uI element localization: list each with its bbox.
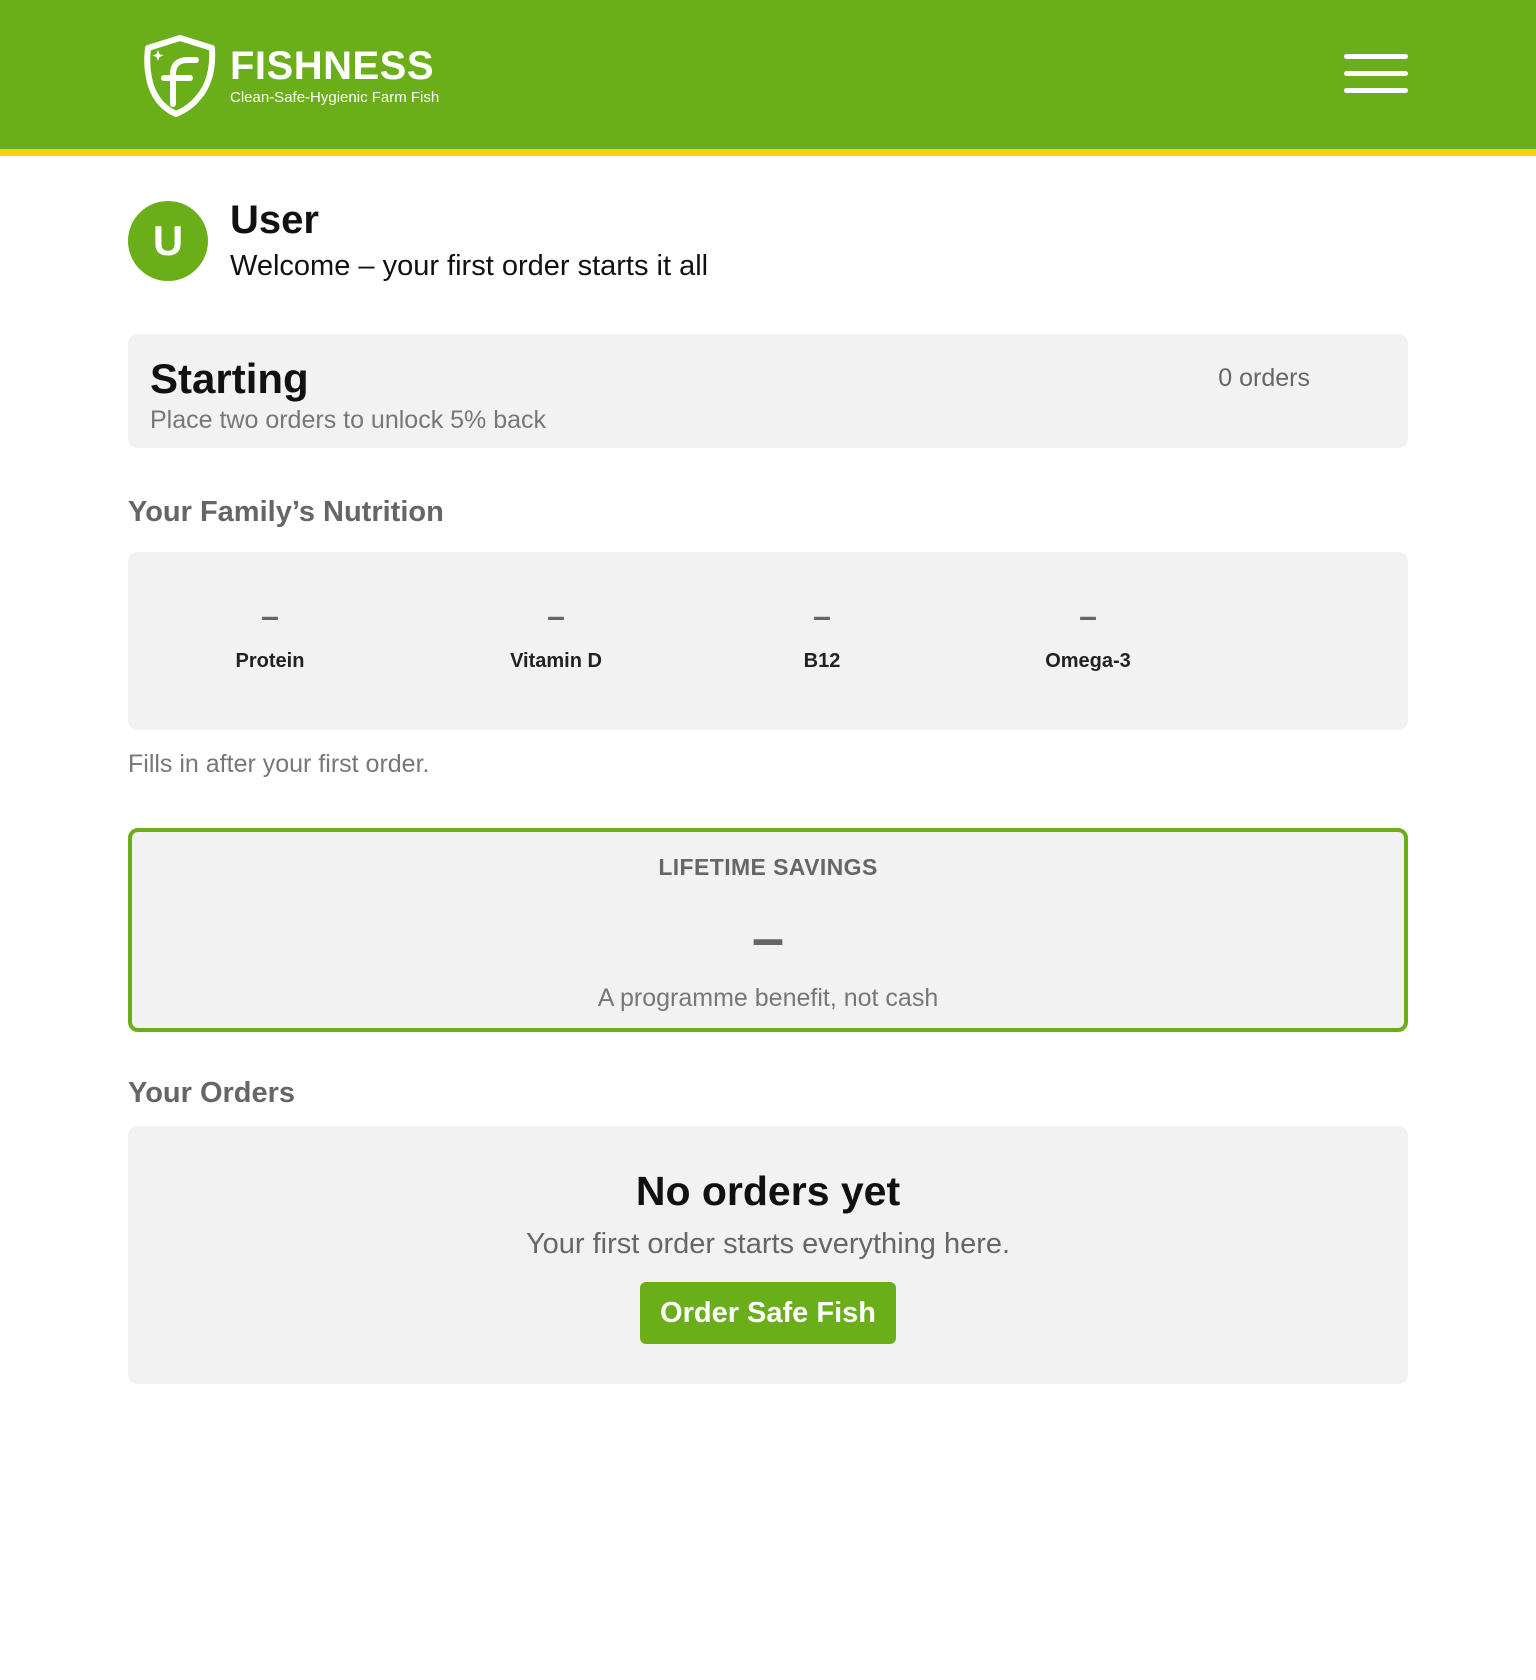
avatar: U xyxy=(128,201,208,281)
brand-tagline: Clean-Safe-Hygienic Farm Fish xyxy=(230,89,440,106)
nutrient-value: – xyxy=(261,598,279,634)
welcome-message: Welcome – your first order starts it all xyxy=(230,250,709,282)
order-count: 0 orders xyxy=(1218,364,1310,392)
savings-value: – xyxy=(751,906,785,971)
nutrient-omega-3: – Omega-3 xyxy=(998,598,1178,674)
user-profile: U User Welcome – your first order starts… xyxy=(128,196,708,286)
lifetime-savings-card: LIFETIME SAVINGS – A programme benefit, … xyxy=(128,828,1408,1032)
nutrient-value: – xyxy=(1079,598,1097,634)
tier-name: Starting xyxy=(150,355,309,402)
orders-section-title: Your Orders xyxy=(128,1077,296,1109)
nutrient-label: B12 xyxy=(803,650,841,672)
nutrient-b12: – B12 xyxy=(732,598,912,674)
menu-button[interactable] xyxy=(1344,52,1408,96)
nutrient-value: – xyxy=(547,598,565,634)
empty-orders-title: No orders yet xyxy=(635,1168,901,1214)
brand-logo-link[interactable]: FISHNESS Clean-Safe-Hygienic Farm Fish xyxy=(142,34,439,118)
nutrient-protein: – Protein xyxy=(180,598,360,674)
user-name: User xyxy=(230,198,319,242)
nutrient-label: Vitamin D xyxy=(510,650,602,672)
nutrient-vitamin-d: – Vitamin D xyxy=(466,598,646,674)
nutrition-note: Fills in after your first order. xyxy=(128,750,430,778)
orders-card: No orders yet Your first order starts ev… xyxy=(128,1126,1408,1384)
brand-name: FISHNESS xyxy=(230,44,435,88)
savings-note: A programme benefit, not cash xyxy=(597,984,939,1012)
tier-description: Place two orders to unlock 5% back xyxy=(150,406,547,434)
hamburger-menu-icon xyxy=(1344,54,1408,59)
site-header: FISHNESS Clean-Safe-Hygienic Farm Fish xyxy=(0,0,1536,156)
nutrient-label: Protein xyxy=(235,650,305,672)
nutrient-label: Omega-3 xyxy=(1045,650,1131,672)
nutrition-card: – Protein – Vitamin D – B12 – Omega-3 xyxy=(128,552,1408,730)
tier-card: Starting Place two orders to unlock 5% b… xyxy=(128,334,1408,448)
nutrient-value: – xyxy=(813,598,831,634)
savings-label: LIFETIME SAVINGS xyxy=(658,854,878,880)
order-safe-fish-button[interactable]: Order Safe Fish xyxy=(640,1282,896,1344)
shield-logo-icon xyxy=(144,35,216,117)
nutrition-section-title: Your Family’s Nutrition xyxy=(128,496,444,528)
empty-orders-text: Your first order starts everything here. xyxy=(525,1228,1011,1260)
